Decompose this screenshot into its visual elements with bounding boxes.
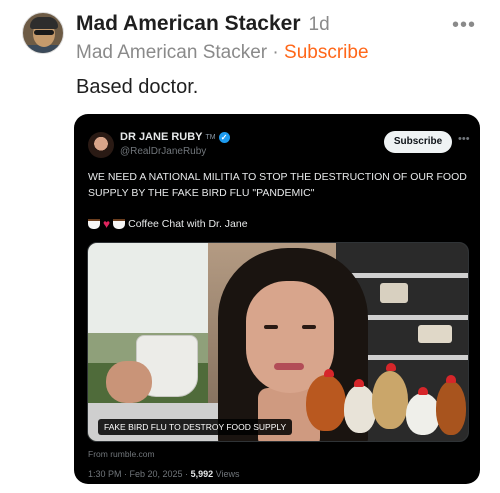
author-name[interactable]: Mad American Stacker (76, 12, 301, 36)
publication-row: Mad American Stacker · Subscribe (76, 42, 369, 64)
embed-author-row: DR JANE RUBY TM ✓ (120, 131, 230, 143)
views-label: Views (215, 469, 240, 479)
coffee-cup-icon (113, 219, 126, 229)
views-count: 5,992 (190, 469, 214, 479)
more-options-icon[interactable]: ••• (452, 14, 476, 37)
verified-badge-icon: ✓ (218, 131, 230, 143)
embedded-tweet[interactable]: DR JANE RUBY TM ✓ @RealDrJaneRuby Subscr… (74, 114, 480, 484)
coffee-cup-icon (88, 219, 100, 229)
tweet-timestamp[interactable]: 1:30 PM · Feb 20, 2025 · (88, 469, 188, 479)
video-caption: FAKE BIRD FLU TO DESTROY FOOD SUPPLY (98, 419, 293, 435)
separator: · (272, 42, 279, 63)
embed-avatar[interactable] (88, 132, 114, 158)
subscribe-link[interactable]: Subscribe (284, 42, 369, 63)
post-text: Based doctor. (76, 76, 199, 98)
coffee-chat-line: ♥ Coffee Chat with Dr. Jane (88, 218, 248, 230)
embed-author-name[interactable]: DR JANE RUBY (120, 131, 203, 143)
trademark-label: TM (205, 133, 216, 141)
publication-name[interactable]: Mad American Stacker (76, 42, 267, 63)
embed-handle[interactable]: @RealDrJaneRuby (120, 146, 206, 157)
author-avatar[interactable] (22, 12, 64, 54)
heart-icon: ♥ (103, 217, 111, 231)
coffee-chat-text: Coffee Chat with Dr. Jane (128, 218, 248, 230)
tweet-meta: 1:30 PM · Feb 20, 2025 · 5,992 Views (88, 469, 239, 479)
source-link[interactable]: From rumble.com (88, 449, 155, 459)
post-time: 1d (308, 14, 330, 35)
video-thumbnail[interactable]: FAKE BIRD FLU TO DESTROY FOOD SUPPLY (87, 242, 469, 442)
post-header: Mad American Stacker 1d (76, 12, 330, 38)
embed-subscribe-button[interactable]: Subscribe (384, 131, 452, 153)
embed-more-icon[interactable]: ••• (458, 133, 470, 145)
embed-text: WE NEED A NATIONAL MILITIA TO STOP THE D… (88, 171, 467, 199)
